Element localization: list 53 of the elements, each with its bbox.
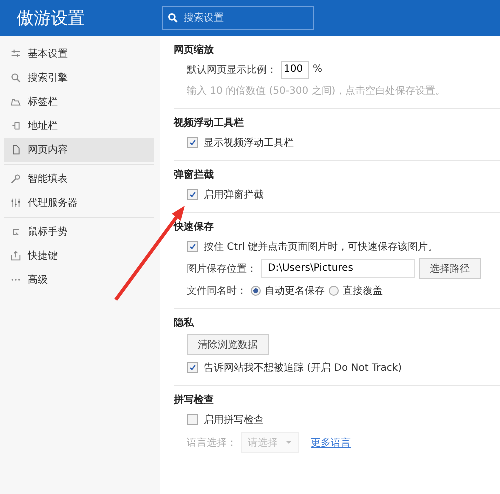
- checkbox[interactable]: [187, 362, 198, 373]
- sidebar-item[interactable]: 地址栏: [4, 114, 154, 138]
- sidebar-item[interactable]: 高级: [4, 268, 154, 292]
- checkbox[interactable]: [187, 137, 198, 148]
- sidebar-item[interactable]: 网页内容: [4, 138, 154, 162]
- share-icon: [11, 251, 21, 261]
- sidebar-item[interactable]: 智能填表: [4, 167, 154, 191]
- section-title: 快速保存: [174, 220, 215, 235]
- section-title: 拼写检查: [174, 394, 215, 408]
- radio-button[interactable]: [251, 286, 261, 296]
- page-icon: [11, 145, 21, 155]
- sidebar-item[interactable]: 鼠标手势: [4, 220, 154, 244]
- checkbox-label: 启用拼写检查: [204, 414, 264, 426]
- checkbox-label: 显示视频浮动工具栏: [204, 136, 294, 150]
- sliders-icon: [11, 49, 21, 59]
- unit-label: %: [313, 64, 323, 75]
- field-label: 默认网页显示比例：: [187, 64, 277, 76]
- sliders-icon: [11, 198, 21, 208]
- hint-text: 输入 10 的倍数值 (50-300 之间)，点击空白处保存设置。: [187, 84, 446, 98]
- checkbox-label: 启用弹窗拦截: [204, 188, 264, 202]
- section-title: 网页缩放: [174, 44, 215, 58]
- search-field[interactable]: 搜索设置: [162, 6, 314, 30]
- sidebar-item[interactable]: 基本设置: [4, 42, 154, 66]
- search-icon: [11, 73, 21, 83]
- checkbox[interactable]: [187, 414, 198, 425]
- zoom-field[interactable]: 100: [281, 60, 309, 78]
- section-title: 隐私: [174, 316, 196, 331]
- field-label: 语言选择：: [187, 436, 237, 450]
- sidebar-item[interactable]: 代理服务器: [4, 191, 154, 215]
- choose-path-button[interactable]: 选择路径: [419, 258, 481, 279]
- tab-icon: [11, 97, 21, 107]
- checkbox-label: 按住 Ctrl 键并点击页面图片时，可快速保存该图片。: [204, 240, 438, 254]
- section-title: 视频浮动工具栏: [174, 116, 245, 131]
- gesture-icon: [11, 227, 21, 237]
- caret-icon: [286, 441, 292, 444]
- search-icon: [168, 13, 178, 23]
- sidebar-item[interactable]: 搜索引擎: [4, 66, 154, 90]
- checkbox[interactable]: [187, 241, 198, 252]
- sidebar-item[interactable]: 快捷键: [4, 244, 154, 268]
- bracket-icon: [11, 121, 21, 131]
- section-title: 弹窗拦截: [174, 168, 215, 183]
- radio-label: 自动更名保存: [265, 284, 325, 298]
- checkbox[interactable]: [187, 189, 198, 200]
- field-label: 图片保存位置：: [187, 262, 257, 276]
- checkbox-label: 告诉网站我不想被追踪 (开启 Do Not Track): [204, 362, 402, 374]
- sidebar-item[interactable]: 标签栏: [4, 90, 154, 114]
- key-icon: [11, 174, 21, 184]
- path-field[interactable]: D:\Users\Pictures: [261, 259, 415, 278]
- radio-label: 直接覆盖: [343, 284, 383, 298]
- clear-data-button[interactable]: 清除浏览数据: [187, 334, 269, 355]
- radio-button[interactable]: [329, 286, 339, 296]
- app-title: 傲游设置: [16, 8, 86, 30]
- field-label: 文件同名时：: [187, 284, 247, 298]
